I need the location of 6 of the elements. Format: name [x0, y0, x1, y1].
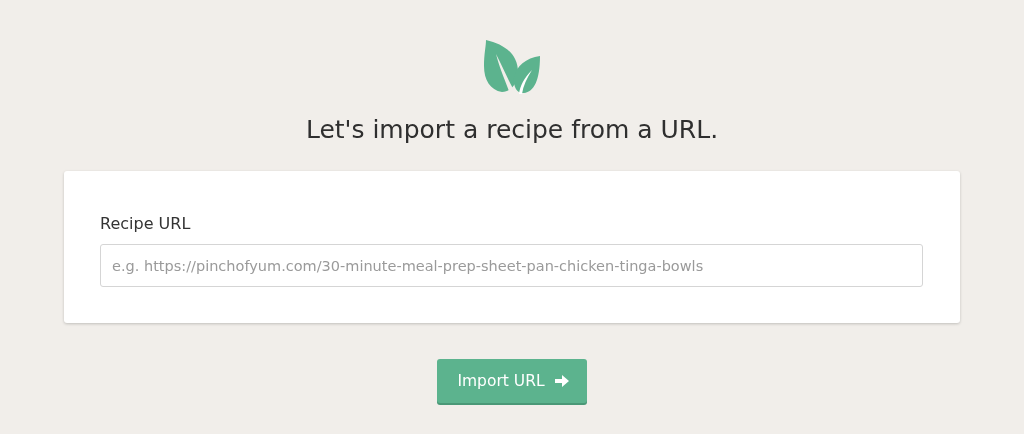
page-heading: Let's import a recipe from a URL.	[305, 114, 719, 146]
field-label: Recipe URL	[100, 213, 191, 235]
arrow-right-icon	[554, 375, 569, 387]
url-input-field[interactable]: e.g. https://pinchofyum.com/30-minute-meal-prep-sheet-pan-chicken-tinga-bowls	[100, 244, 923, 287]
leaves-logo-icon	[482, 40, 542, 94]
import-button[interactable]: Import URL	[437, 359, 587, 403]
